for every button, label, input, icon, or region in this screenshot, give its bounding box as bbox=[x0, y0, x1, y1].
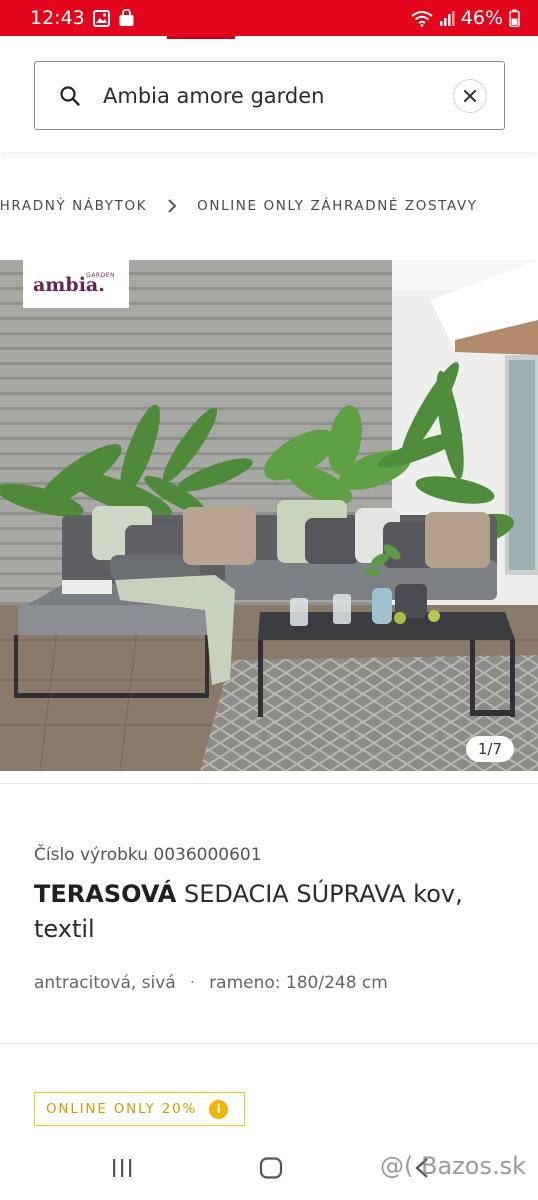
product-photo bbox=[0, 260, 538, 771]
recent-apps-button[interactable] bbox=[102, 1152, 142, 1184]
wifi-icon bbox=[411, 10, 433, 27]
info-icon[interactable]: i bbox=[209, 1099, 229, 1119]
product-title: TERASOVÁ SEDACIA SÚPRAVA kov, textil bbox=[34, 877, 514, 947]
product-color: antracitová, sivá bbox=[34, 973, 176, 993]
home-icon[interactable] bbox=[259, 1157, 283, 1179]
promo-badge[interactable]: ONLINE ONLY 20% i bbox=[34, 1092, 245, 1126]
home-button[interactable] bbox=[251, 1152, 291, 1184]
chevron-right-icon bbox=[168, 199, 177, 213]
battery-percent: 46% bbox=[460, 7, 503, 29]
signal-icon bbox=[439, 10, 455, 26]
breadcrumb-item-online-garden-sets[interactable]: ONLINE ONLY ZÁHRADNÉ ZOSTAVY bbox=[197, 198, 477, 214]
search-query[interactable]: Ambia amore garden bbox=[103, 84, 453, 108]
breadcrumb-item-garden-furniture[interactable]: ZÁHRADNÝ NÁBYTOK bbox=[0, 198, 147, 214]
breadcrumb: ZÁHRADNÝ NÁBYTOK ONLINE ONLY ZÁHRADNÉ ZO… bbox=[0, 194, 538, 220]
clear-search-button[interactable] bbox=[453, 78, 487, 113]
image-counter: 1/7 bbox=[465, 736, 514, 762]
divider bbox=[0, 783, 538, 784]
brand-logo: GARDEN ambia. bbox=[23, 260, 129, 308]
status-time: 12:43 bbox=[30, 7, 85, 29]
tab-indicator bbox=[95, 36, 235, 39]
brand-name: ambia. bbox=[33, 274, 105, 296]
recent-apps-icon[interactable] bbox=[111, 1158, 133, 1178]
product-title-bold: TERASOVÁ bbox=[34, 880, 177, 908]
search-input[interactable]: Ambia amore garden bbox=[34, 61, 505, 130]
search-icon[interactable] bbox=[59, 85, 81, 107]
divider bbox=[0, 1043, 538, 1044]
product-image-gallery[interactable]: GARDEN ambia. 1/7 bbox=[0, 260, 538, 771]
product-attributes: antracitová, sivá · rameno: 180/248 cm bbox=[34, 973, 388, 993]
gallery-notification-icon bbox=[92, 9, 110, 27]
battery-icon bbox=[509, 9, 520, 27]
search-header: Ambia amore garden bbox=[0, 40, 538, 152]
close-icon[interactable] bbox=[463, 89, 477, 103]
status-bar: 12:43 46% bbox=[0, 0, 538, 36]
attribute-separator: · bbox=[189, 973, 196, 993]
product-dimensions: rameno: 180/248 cm bbox=[209, 973, 388, 993]
promo-label: ONLINE ONLY 20% bbox=[46, 1101, 198, 1117]
shopping-bag-icon bbox=[119, 9, 134, 26]
watermark: @( Bazos.sk bbox=[380, 1152, 526, 1180]
product-number: Číslo výrobku 0036000601 bbox=[34, 845, 262, 865]
